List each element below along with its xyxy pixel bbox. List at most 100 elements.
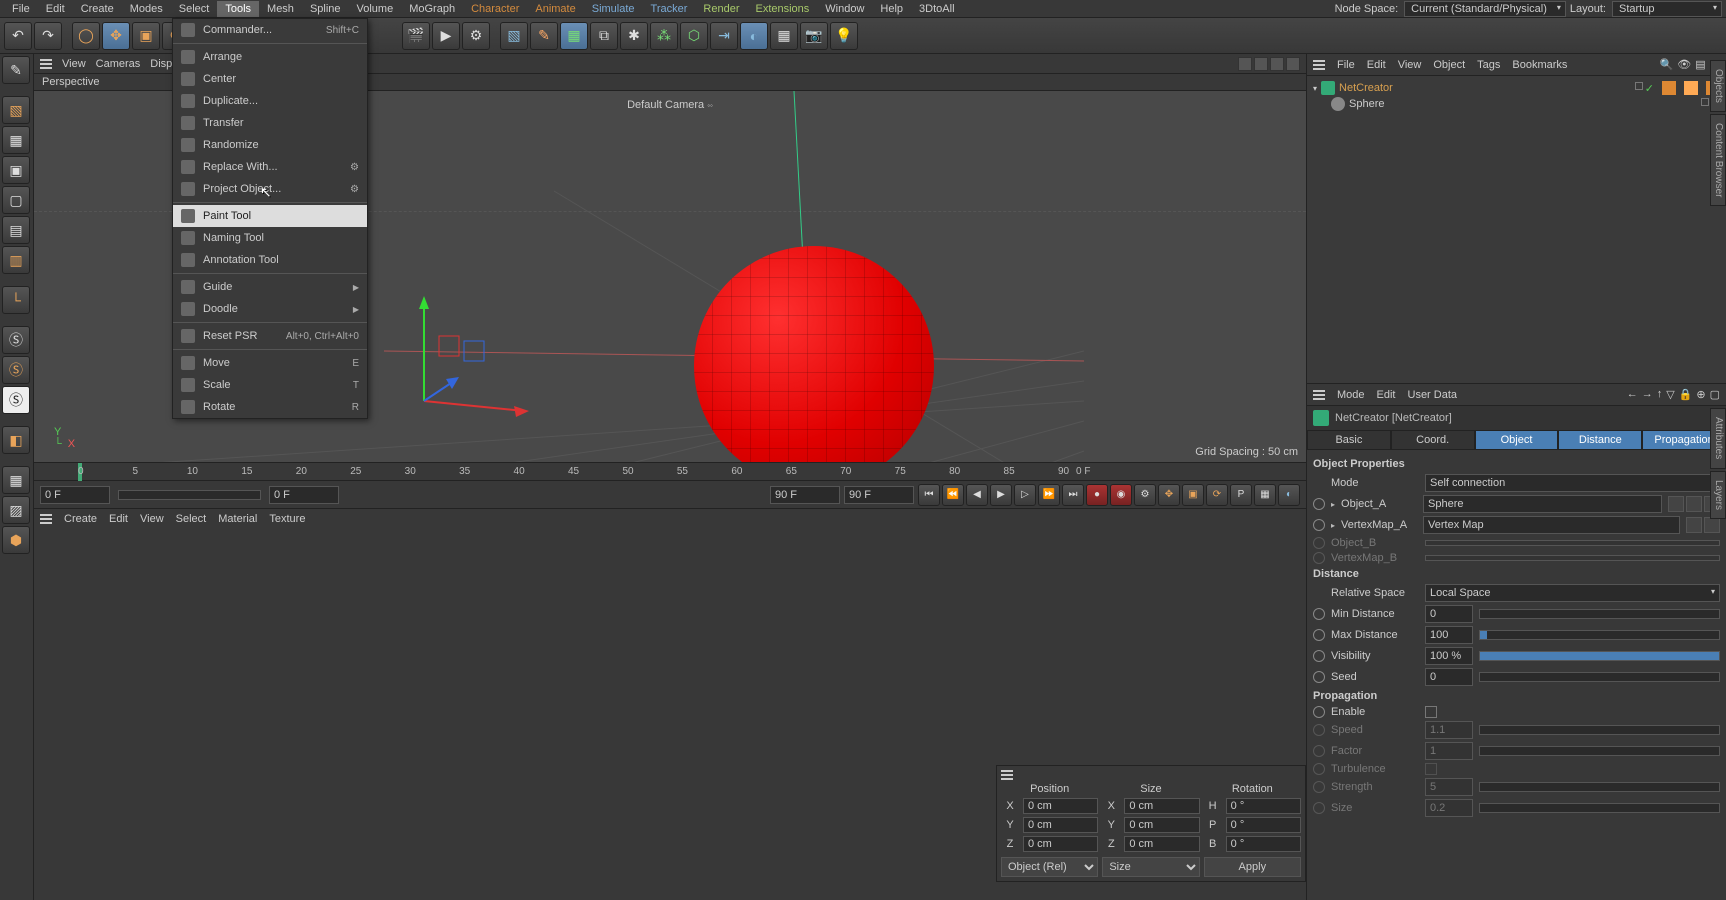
menu-item-center[interactable]: Center [173, 68, 367, 90]
render-button[interactable]: ▶ [432, 22, 460, 50]
cube-primitive-button[interactable]: ▧ [500, 22, 528, 50]
frame-slider[interactable] [118, 490, 261, 500]
snap2-button[interactable]: Ⓢ [2, 356, 30, 384]
menu-item-duplicate-[interactable]: Duplicate... [173, 90, 367, 112]
effector-button[interactable]: ⁂ [650, 22, 678, 50]
vp-layout-icon[interactable] [1238, 57, 1252, 71]
menu-item-randomize[interactable]: Randomize [173, 134, 367, 156]
select-tool[interactable]: ◯ [72, 22, 100, 50]
menu-create[interactable]: Create [73, 1, 122, 17]
lock-icon[interactable]: 🔒 [1679, 388, 1693, 401]
expand-icon[interactable]: ▸ [1331, 500, 1335, 509]
om-edit[interactable]: Edit [1367, 59, 1386, 71]
workplane-button[interactable]: ▣ [2, 156, 30, 184]
key-scale-button[interactable]: ▣ [1182, 484, 1204, 506]
texture-mode-button[interactable]: ▦ [2, 126, 30, 154]
menu-3dtoall[interactable]: 3DtoAll [911, 1, 962, 17]
tree-row-netcreator[interactable]: ▾NetCreator✓ [1311, 80, 1722, 96]
menu-item-commander-[interactable]: Commander...Shift+C [173, 19, 367, 41]
scale-tool[interactable]: ▣ [132, 22, 160, 50]
tab-coord[interactable]: Coord. [1391, 430, 1475, 450]
back-icon[interactable]: ← [1627, 388, 1638, 401]
camera-button[interactable]: ▦ [770, 22, 798, 50]
om-view[interactable]: View [1398, 59, 1422, 71]
pos-y-input[interactable] [1023, 817, 1098, 833]
edge-mode-button[interactable]: ▤ [2, 216, 30, 244]
menu-window[interactable]: Window [817, 1, 872, 17]
anim-ring[interactable] [1313, 629, 1325, 641]
up-icon[interactable]: ↑ [1657, 388, 1663, 401]
menu-item-guide[interactable]: Guide▶ [173, 276, 367, 298]
hamburger-icon[interactable] [40, 514, 52, 524]
seed-input[interactable]: 0 [1425, 668, 1473, 686]
key-rot-button[interactable]: ⟳ [1206, 484, 1228, 506]
menu-modes[interactable]: Modes [122, 1, 171, 17]
visibility-input[interactable]: 100 % [1425, 647, 1473, 665]
node-space-combo[interactable]: Current (Standard/Physical) [1404, 1, 1566, 17]
visibility-toggle[interactable] [1701, 98, 1709, 106]
clear-icon[interactable] [1686, 496, 1702, 512]
enable-checkbox[interactable] [1425, 706, 1437, 718]
menu-tracker[interactable]: Tracker [643, 1, 696, 17]
anim-ring[interactable] [1313, 650, 1325, 662]
next-frame-button[interactable]: ▷ [1014, 484, 1036, 506]
am-userdata[interactable]: User Data [1408, 389, 1458, 401]
subdiv-button[interactable]: ▦ [560, 22, 588, 50]
mm-create[interactable]: Create [64, 513, 97, 525]
menu-item-paint-tool[interactable]: Paint Tool [173, 205, 367, 227]
min-dist-slider[interactable] [1479, 609, 1720, 619]
anim-ring[interactable] [1313, 519, 1325, 531]
size-y-input[interactable] [1124, 817, 1199, 833]
vp-layout3-icon[interactable] [1270, 57, 1284, 71]
visibility-toggle[interactable] [1635, 82, 1643, 90]
vmap-a-field[interactable]: Vertex Map [1423, 516, 1680, 534]
tree-row-sphere[interactable]: Sphere✓ [1311, 96, 1722, 112]
redo-button[interactable]: ↷ [34, 22, 62, 50]
menu-item-annotation-tool[interactable]: Annotation Tool [173, 249, 367, 271]
sphere-object[interactable] [654, 246, 974, 462]
menu-tools[interactable]: Tools [217, 1, 259, 17]
hamburger-icon[interactable] [1313, 60, 1325, 70]
instance-button[interactable]: ⧉ [590, 22, 618, 50]
field-button[interactable]: ⬡ [680, 22, 708, 50]
vp-menu-cameras[interactable]: Cameras [96, 58, 141, 70]
end-frame-a-input[interactable]: 90 F [770, 486, 840, 504]
record-button[interactable]: ● [1086, 484, 1108, 506]
rot-b-input[interactable] [1226, 836, 1301, 852]
misc-button[interactable]: ⬢ [2, 526, 30, 554]
autokey-button[interactable]: ◉ [1110, 484, 1132, 506]
menu-volume[interactable]: Volume [349, 1, 402, 17]
filter-icon[interactable]: ▤ [1695, 58, 1705, 71]
anim-ring[interactable] [1313, 498, 1325, 510]
mm-edit[interactable]: Edit [109, 513, 128, 525]
new-icon[interactable]: ⊕ [1696, 388, 1705, 401]
menu-edit[interactable]: Edit [38, 1, 73, 17]
vp-menu-view[interactable]: View [62, 58, 86, 70]
menu-extensions[interactable]: Extensions [747, 1, 817, 17]
mm-texture[interactable]: Texture [269, 513, 305, 525]
funnel-icon[interactable]: ▽ [1666, 388, 1674, 401]
render-view-button[interactable]: 🎬 [402, 22, 430, 50]
model-mode-button[interactable]: ▧ [2, 96, 30, 124]
goto-start-button[interactable]: ⏮ [918, 484, 940, 506]
menu-help[interactable]: Help [872, 1, 911, 17]
min-dist-input[interactable]: 0 [1425, 605, 1473, 623]
tab-distance[interactable]: Distance [1558, 430, 1642, 450]
play-button[interactable]: ▶ [990, 484, 1012, 506]
visibility-slider[interactable] [1479, 651, 1720, 661]
light-button[interactable]: 📷 [800, 22, 828, 50]
hamburger-icon[interactable] [1313, 390, 1325, 400]
menu-mograph[interactable]: MoGraph [401, 1, 463, 17]
obj-a-field[interactable]: Sphere [1423, 495, 1662, 513]
clear-icon[interactable] [1704, 517, 1720, 533]
prev-key-button[interactable]: ⏪ [942, 484, 964, 506]
tab-basic[interactable]: Basic [1307, 430, 1391, 450]
menu-file[interactable]: File [4, 1, 38, 17]
menu-mesh[interactable]: Mesh [259, 1, 302, 17]
make-editable-button[interactable]: ✎ [2, 56, 30, 84]
next-key-button[interactable]: ⏩ [1038, 484, 1060, 506]
menu-character[interactable]: Character [463, 1, 527, 17]
move-tool[interactable]: ✥ [102, 22, 130, 50]
rot-p-input[interactable] [1226, 817, 1301, 833]
mm-select[interactable]: Select [176, 513, 207, 525]
